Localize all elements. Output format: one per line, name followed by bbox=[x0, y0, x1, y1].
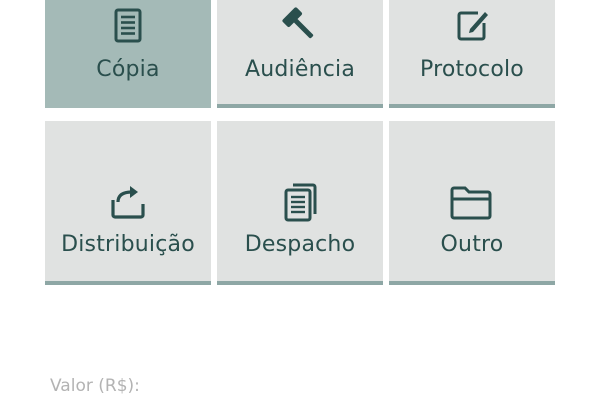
gavel-icon bbox=[276, 1, 324, 49]
tile-protocolo[interactable]: Protocolo bbox=[389, 0, 555, 108]
tile-outro[interactable]: Outro bbox=[389, 121, 555, 285]
tile-audiencia[interactable]: Audiência bbox=[217, 0, 383, 108]
document-icon bbox=[104, 1, 152, 49]
tile-distribuicao[interactable]: Distribuição bbox=[45, 121, 211, 285]
service-type-grid: Cópia Audiência Protocolo Distribuição D… bbox=[45, 0, 555, 285]
tile-label-audiencia: Audiência bbox=[244, 57, 356, 82]
tile-copia[interactable]: Cópia bbox=[45, 0, 211, 108]
share-tray-icon bbox=[104, 178, 152, 226]
page: Cópia Audiência Protocolo Distribuição D… bbox=[0, 0, 600, 400]
tile-label-protocolo: Protocolo bbox=[420, 57, 524, 82]
tile-label-despacho: Despacho bbox=[244, 232, 356, 257]
tile-despacho[interactable]: Despacho bbox=[217, 121, 383, 285]
documents-icon bbox=[276, 178, 324, 226]
folder-icon bbox=[448, 178, 496, 226]
edit-icon bbox=[448, 1, 496, 49]
tile-label-copia: Cópia bbox=[96, 57, 160, 82]
tile-label-distribuicao: Distribuição bbox=[61, 232, 195, 257]
tile-label-outro: Outro bbox=[440, 232, 504, 257]
valor-field-label: Valor (R$): bbox=[50, 376, 140, 396]
